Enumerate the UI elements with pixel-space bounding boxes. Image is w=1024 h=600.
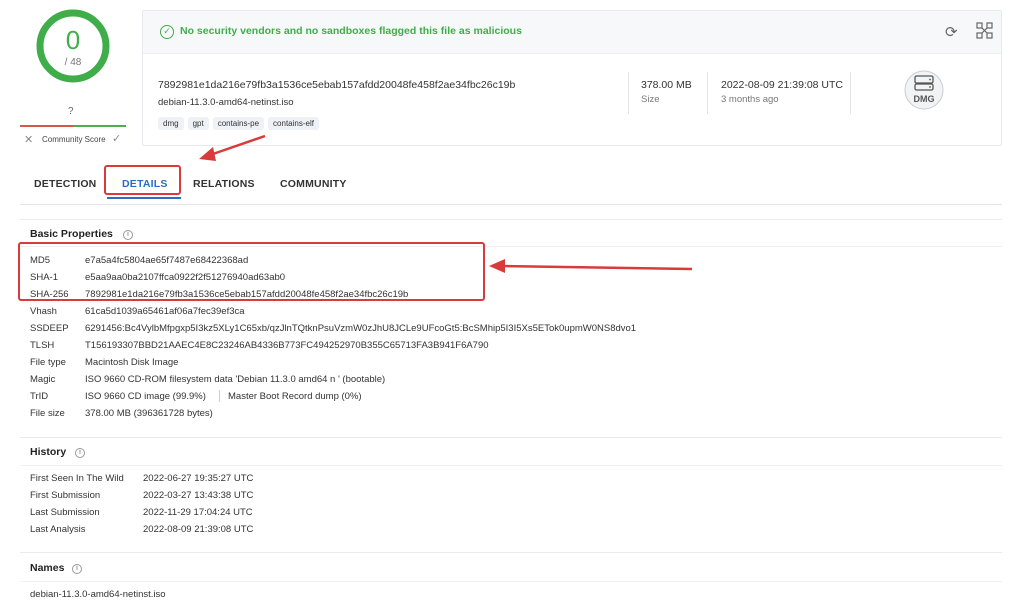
file-tags: dmg gpt contains-pe contains-elf bbox=[158, 117, 319, 130]
info-icon[interactable]: i bbox=[72, 564, 82, 574]
property-value: ISO 9660 CD image (99.9%) bbox=[85, 391, 206, 402]
property-key: SSDEEP bbox=[30, 323, 69, 334]
section-divider bbox=[20, 219, 1002, 220]
annotation-box-hashes bbox=[18, 242, 485, 301]
property-value: Macintosh Disk Image bbox=[85, 357, 179, 368]
x-icon[interactable]: ✕ bbox=[24, 133, 33, 146]
history-value: 2022-08-09 21:39:08 UTC bbox=[143, 524, 254, 535]
detection-count: 0 bbox=[65, 25, 81, 55]
analysis-date-relative: 3 months ago bbox=[721, 94, 779, 105]
community-score-label: Community Score bbox=[42, 135, 106, 144]
property-key: Magic bbox=[30, 374, 56, 385]
property-value: Master Boot Record dump (0%) bbox=[228, 391, 362, 402]
annotation-box-details-tab bbox=[104, 165, 181, 195]
info-icon[interactable]: i bbox=[75, 448, 85, 458]
tab-detection[interactable]: DETECTION bbox=[34, 178, 96, 190]
property-value[interactable]: T156193307BBD21AAEC4E8C23246AB4336B773FC… bbox=[85, 340, 489, 351]
file-type-icon-label: DMG bbox=[914, 94, 935, 104]
info-icon[interactable]: i bbox=[123, 230, 133, 240]
property-value[interactable]: 6291456:Bc4VylbMfpgxp5I3kz5XLy1C65xb/qzJ… bbox=[85, 323, 636, 334]
property-value[interactable]: 61ca5d1039a65461af06a7fec39ef3ca bbox=[85, 306, 245, 317]
tag[interactable]: contains-pe bbox=[212, 117, 265, 130]
file-sha256[interactable]: 7892981e1da216e79fb3a1536ce5ebab157afdd2… bbox=[158, 79, 515, 91]
divider bbox=[628, 72, 629, 114]
history-value: 2022-06-27 19:35:27 UTC bbox=[143, 473, 254, 484]
section-divider bbox=[20, 581, 1002, 582]
property-key: File size bbox=[30, 408, 65, 419]
history-value: 2022-11-29 17:04:24 UTC bbox=[143, 507, 253, 518]
history-key: First Seen In The Wild bbox=[30, 473, 124, 484]
check-circle-icon: ✓ bbox=[160, 25, 174, 39]
verdict-message: No security vendors and no sandboxes fla… bbox=[180, 25, 522, 37]
file-size-label: Size bbox=[641, 94, 660, 105]
divider bbox=[707, 72, 708, 114]
community-score-bar bbox=[20, 125, 126, 127]
property-key: File type bbox=[30, 357, 66, 368]
history-key: Last Submission bbox=[30, 507, 100, 518]
file-name: debian-11.3.0-amd64-netinst.iso bbox=[158, 97, 294, 108]
section-divider bbox=[20, 552, 1002, 553]
section-divider bbox=[20, 465, 1002, 466]
tab-community[interactable]: COMMUNITY bbox=[280, 178, 347, 190]
check-icon[interactable]: ✓ bbox=[112, 132, 121, 145]
arrow-to-hashes bbox=[489, 259, 693, 273]
tag[interactable]: gpt bbox=[187, 117, 209, 130]
file-size-value: 378.00 MB bbox=[641, 79, 692, 91]
section-divider bbox=[20, 437, 1002, 438]
analysis-date: 2022-08-09 21:39:08 UTC bbox=[721, 79, 843, 91]
active-tab-indicator bbox=[107, 197, 181, 199]
detection-total: / 48 bbox=[64, 57, 82, 68]
basic-properties-title: Basic Properties bbox=[30, 228, 113, 240]
divider bbox=[219, 390, 220, 402]
property-value: ISO 9660 CD-ROM filesystem data 'Debian … bbox=[85, 374, 386, 385]
history-key: First Submission bbox=[30, 490, 101, 501]
names-title: Names bbox=[30, 562, 65, 574]
history-title: History bbox=[30, 446, 67, 458]
history-key: Last Analysis bbox=[30, 524, 86, 535]
divider bbox=[850, 72, 851, 114]
property-key: Vhash bbox=[30, 306, 57, 317]
graph-icon[interactable] bbox=[976, 22, 993, 39]
tab-relations[interactable]: RELATIONS bbox=[193, 178, 255, 190]
tag[interactable]: dmg bbox=[158, 117, 184, 130]
tabs-divider bbox=[20, 204, 1002, 205]
history-value: 2022-03-27 13:43:38 UTC bbox=[143, 490, 254, 501]
disk-image-file-type-icon: DMG bbox=[904, 70, 944, 110]
community-score-value: ? bbox=[68, 106, 74, 117]
property-value: 378.00 MB (396361728 bytes) bbox=[85, 408, 213, 419]
reanalyze-icon[interactable]: ⟳ bbox=[945, 23, 958, 41]
property-key: TLSH bbox=[30, 340, 55, 351]
property-key: TrID bbox=[30, 391, 49, 402]
name-entry: debian-11.3.0-amd64-netinst.iso bbox=[30, 589, 166, 600]
tag[interactable]: contains-elf bbox=[268, 117, 319, 130]
